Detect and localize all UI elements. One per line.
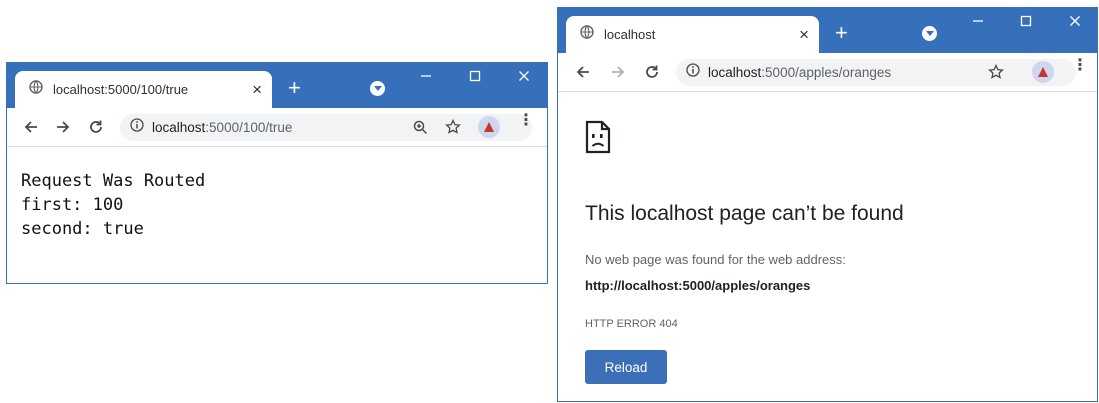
tab-title: localhost:5000/100/true	[53, 82, 189, 97]
url-path: :5000/100/true	[205, 120, 293, 135]
error-code: HTTP ERROR 404	[585, 318, 678, 330]
close-tab-icon[interactable]: ×	[799, 25, 809, 45]
title-bar: localhost:5000/100/true × +	[7, 63, 547, 108]
more-menu-icon[interactable]: ⋮	[1072, 58, 1088, 74]
browser-window-1: localhost:5000/100/true × + localhost:5…	[6, 62, 548, 284]
star-icon[interactable]	[445, 118, 461, 140]
response-line: first: 100	[21, 195, 124, 215]
tab-search-icon[interactable]	[370, 81, 385, 96]
close-window-icon[interactable]	[1065, 14, 1085, 30]
maximize-icon[interactable]	[1016, 14, 1036, 30]
new-tab-button[interactable]: +	[835, 22, 848, 44]
profile-avatar-icon[interactable]	[478, 116, 500, 138]
close-tab-icon[interactable]: ×	[252, 80, 262, 100]
browser-tab[interactable]: localhost ×	[566, 16, 819, 53]
info-icon[interactable]	[686, 63, 700, 82]
url-host: localhost	[152, 120, 206, 135]
reload-icon[interactable]	[87, 118, 105, 136]
tab-search-icon[interactable]	[922, 26, 937, 41]
title-bar: localhost × +	[558, 8, 1097, 53]
forward-arrow-icon[interactable]	[609, 63, 627, 81]
page-body: Request Was Routed first: 100 second: tr…	[7, 147, 547, 241]
back-arrow-icon[interactable]	[22, 118, 40, 136]
navigation-toolbar: localhost:5000/100/true ⋮	[7, 108, 547, 147]
profile-avatar-icon[interactable]	[1032, 61, 1054, 83]
star-icon[interactable]	[988, 63, 1004, 85]
info-icon[interactable]	[130, 118, 144, 137]
globe-icon	[29, 80, 43, 99]
reload-button[interactable]: Reload	[585, 350, 667, 384]
response-line: Request Was Routed	[21, 171, 206, 191]
error-description: No web page was found for the web addres…	[585, 252, 846, 267]
back-arrow-icon[interactable]	[574, 63, 592, 81]
error-url: http://localhost:5000/apples/oranges	[585, 278, 811, 293]
url-host: localhost	[708, 65, 762, 80]
broken-page-icon	[585, 120, 611, 159]
reload-icon[interactable]	[643, 63, 661, 81]
response-line: second: true	[21, 219, 144, 239]
minimize-icon[interactable]	[416, 69, 436, 85]
close-window-icon[interactable]	[514, 69, 534, 85]
zoom-icon[interactable]	[413, 120, 428, 140]
address-bar[interactable]: localhost:5000/apples/oranges	[676, 59, 1076, 86]
browser-window-2: localhost × + localhost:5000/apples/ora…	[557, 7, 1098, 402]
new-tab-button[interactable]: +	[288, 77, 301, 99]
address-bar[interactable]: localhost:5000/100/true	[120, 114, 532, 141]
url-path: :5000/apples/oranges	[761, 65, 892, 80]
globe-icon	[580, 25, 594, 44]
minimize-icon[interactable]	[968, 14, 988, 30]
browser-tab[interactable]: localhost:5000/100/true ×	[15, 71, 272, 108]
more-menu-icon[interactable]: ⋮	[518, 113, 534, 129]
forward-arrow-icon[interactable]	[54, 118, 72, 136]
tab-title: localhost	[604, 27, 656, 42]
error-title: This localhost page can’t be found	[585, 202, 904, 225]
navigation-toolbar: localhost:5000/apples/oranges ⋮	[558, 53, 1097, 92]
maximize-icon[interactable]	[465, 69, 485, 85]
